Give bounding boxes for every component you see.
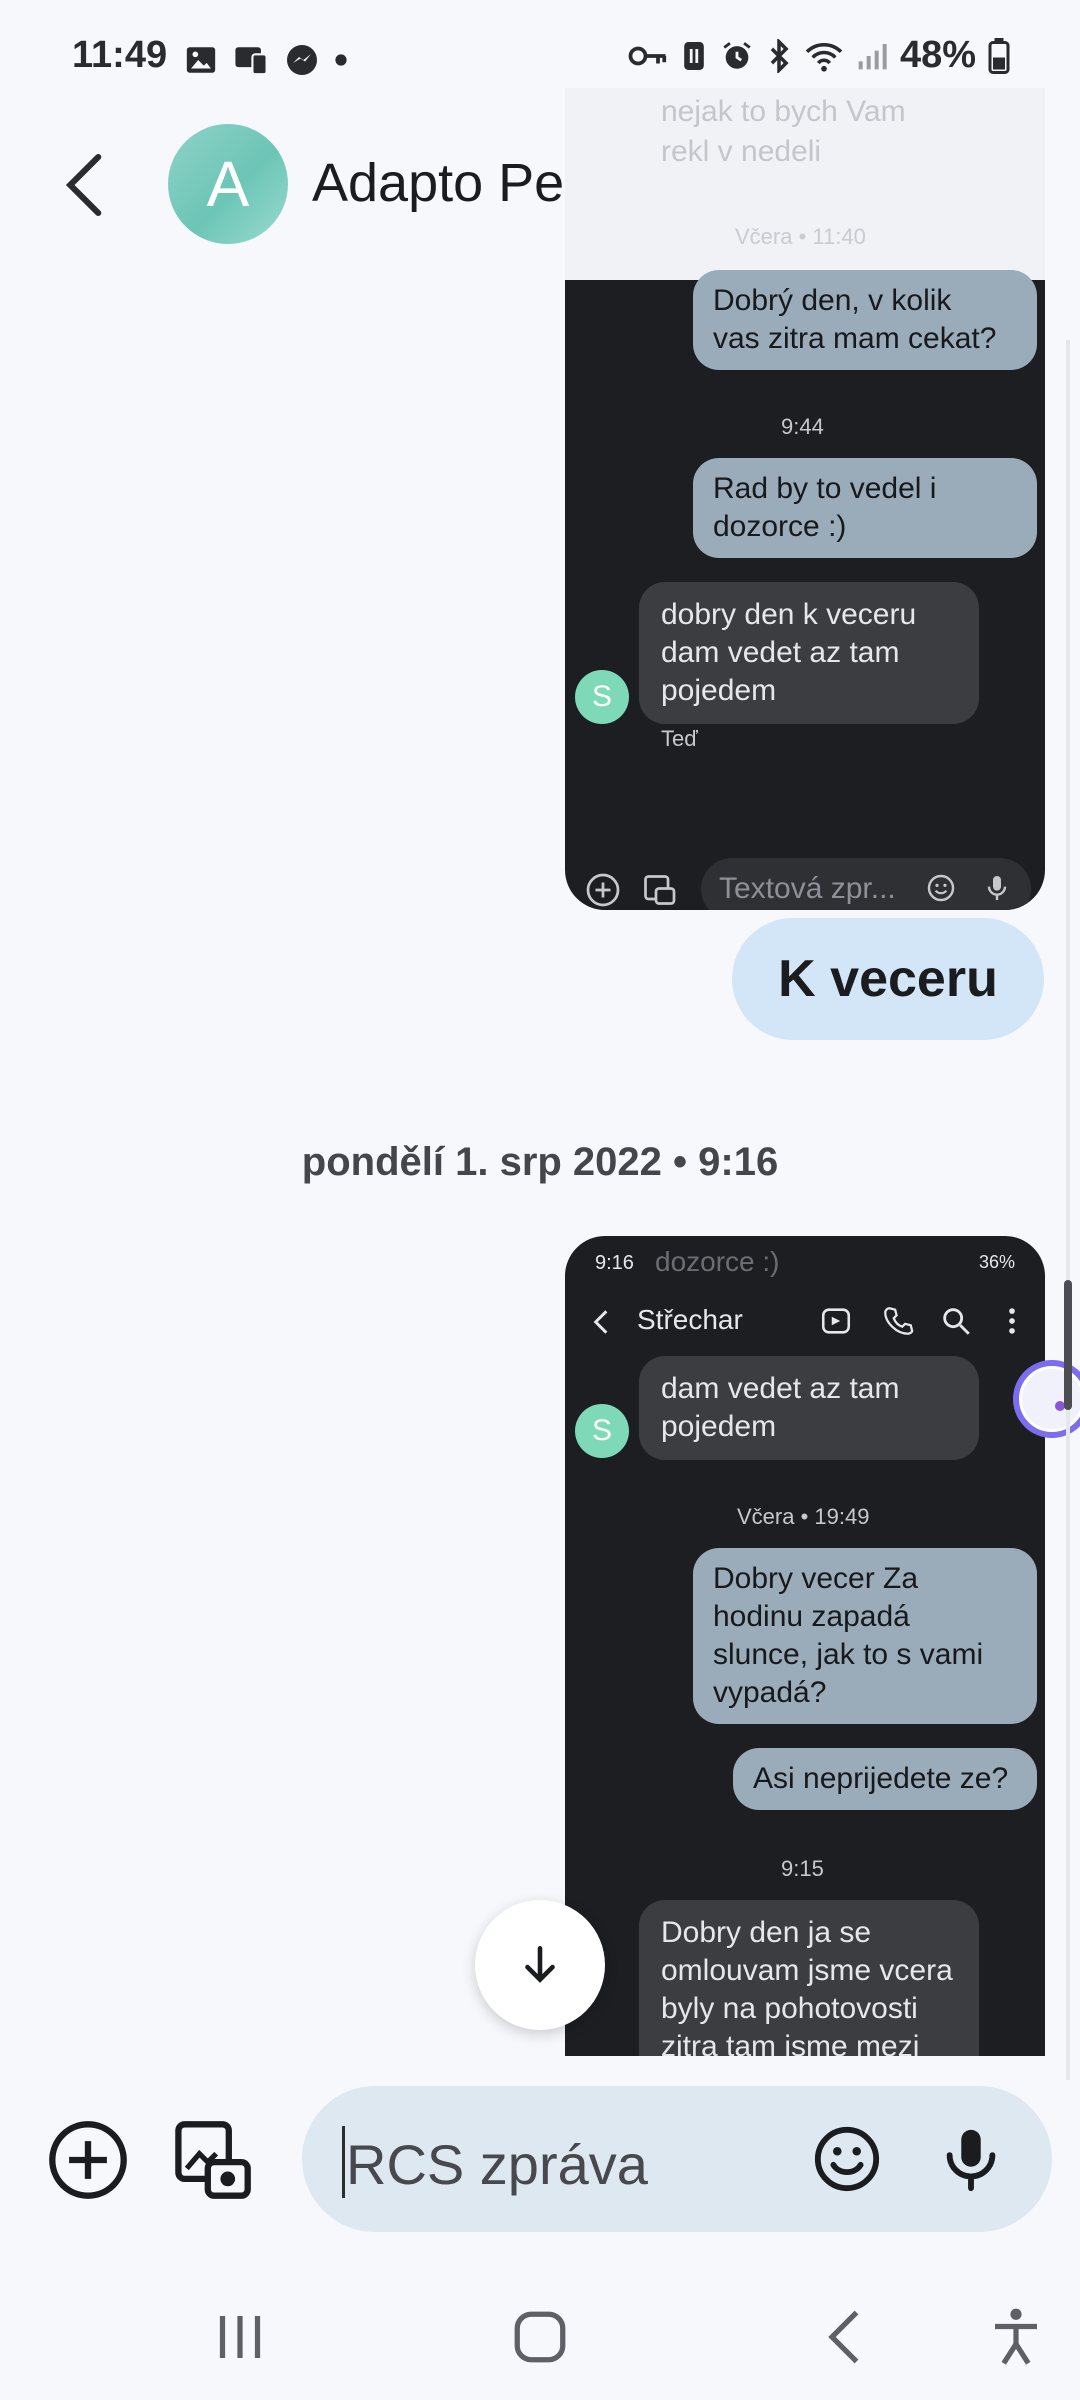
vpn-key-icon — [628, 46, 667, 65]
attached-screenshot-image[interactable]: dozorce :) 9:16 36% Střechar dam vedet a… — [565, 1236, 1045, 2056]
message-input-placeholder: RCS zpráva — [346, 2133, 648, 2196]
screenshot-back-icon — [593, 1310, 608, 1334]
battery-icon — [988, 37, 1010, 74]
screenshot-sender-avatar: S — [575, 1404, 629, 1458]
contact-avatar[interactable]: A — [168, 124, 288, 244]
screenshot-sent-message: Dobrý den, v kolik vas zitra mam cekat? — [693, 270, 1037, 370]
screenshot-received-message: dam vedet az tam pojedem — [639, 1356, 979, 1460]
home-icon[interactable] — [500, 2302, 580, 2372]
screenshot-timestamp: Včera • 19:49 — [737, 1504, 870, 1529]
screenshot-timestamp: 9:15 — [781, 1856, 824, 1881]
text-caret — [342, 2126, 345, 2198]
screenshot-icon — [235, 47, 268, 76]
screenshot-sender-avatar: S — [575, 670, 629, 724]
faded-message-text: nejak to bych Vam rekl v nedeli — [661, 95, 906, 168]
screenshot-phone-icon — [884, 1307, 914, 1335]
screenshot-composer: Textová zpr... — [701, 858, 1031, 910]
screenshot-top-strip: nejak to bych Vam rekl v nedeli Včera • … — [565, 88, 1045, 280]
message-input[interactable]: RCS zpráva — [302, 2086, 1052, 2232]
nfc-icon — [684, 41, 704, 70]
gallery-camera-icon[interactable] — [170, 2118, 254, 2202]
notification-icons — [184, 42, 348, 78]
wifi-icon — [805, 42, 843, 72]
microphone-icon[interactable] — [936, 2124, 1006, 2194]
gallery-camera-icon — [644, 875, 676, 905]
screenshot-sent-message: Dobry vecer Za hodinu zapadá slunce, jak… — [693, 1548, 1037, 1724]
screenshot-sent-message: Asi neprijedete ze? — [733, 1748, 1037, 1810]
message-composer: RCS zpráva — [0, 2080, 1080, 2240]
dot-icon — [335, 54, 347, 66]
screenshot-composer-placeholder: Textová zpr... — [719, 872, 896, 905]
nav-back-icon[interactable] — [806, 2302, 886, 2372]
screenshot-status-time: 9:16 — [595, 1252, 634, 1274]
screenshot-more-icon — [1009, 1308, 1015, 1334]
arrow-down-icon — [525, 1946, 555, 1983]
screenshot-received-message: Dobry den ja se omlouvam jsme vcera byly… — [639, 1900, 979, 2056]
sent-message-bubble[interactable]: K veceru — [732, 918, 1044, 1040]
screenshot-contact-name: Střechar — [637, 1304, 743, 1335]
microphone-icon — [987, 876, 1007, 900]
gallery-icon — [186, 47, 216, 73]
screenshot-timestamp: 9:44 — [781, 414, 824, 439]
screenshot-sent-message: Rad by to vedel i dozorce :) — [693, 458, 1037, 558]
bluetooth-icon — [770, 38, 789, 73]
screenshot-received-message: dobry den k veceru dam vedet az tam poje… — [639, 582, 979, 724]
battery-percent: 48% — [899, 34, 976, 76]
accessibility-icon[interactable] — [976, 2302, 1056, 2372]
screenshot-search-icon — [943, 1308, 970, 1335]
scroll-to-bottom-button[interactable] — [475, 1900, 605, 2030]
system-icons: 48% — [628, 34, 1010, 77]
date-separator: pondělí 1. srp 2022 • 9:16 — [301, 1140, 779, 1184]
messenger-icon — [287, 45, 317, 75]
recents-icon[interactable] — [200, 2302, 280, 2372]
plus-circle-icon — [586, 873, 620, 907]
back-arrow-icon[interactable] — [56, 150, 116, 220]
scrollbar-thumb[interactable] — [1064, 1280, 1072, 1410]
attached-screenshot-image[interactable]: nejak to bych Vam rekl v nedeli Včera • … — [565, 88, 1045, 910]
screenshot-video-icon — [821, 1308, 851, 1334]
system-nav-bar — [0, 2280, 1080, 2400]
add-attachment-icon[interactable] — [46, 2118, 130, 2202]
emoji-icon — [927, 874, 955, 902]
faded-message-text: dozorce :) — [655, 1246, 780, 1277]
signal-icon — [858, 43, 887, 69]
screenshot-battery: 36% — [978, 1252, 1015, 1272]
faded-timestamp: Včera • 11:40 — [735, 224, 866, 249]
emoji-icon[interactable] — [812, 2124, 882, 2194]
alarm-icon — [723, 41, 751, 69]
screenshot-timestamp: Teď — [661, 726, 698, 751]
status-time: 11:49 — [72, 34, 168, 76]
